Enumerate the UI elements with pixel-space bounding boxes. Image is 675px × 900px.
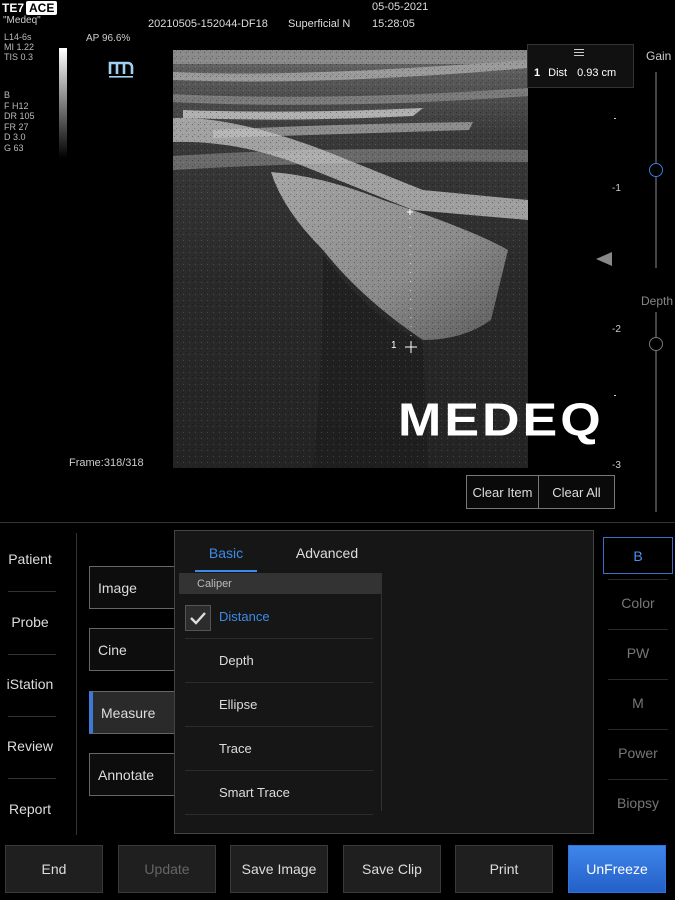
measure-item-ellipse[interactable]: Ellipse bbox=[185, 683, 373, 727]
measurement-result-row: 1 Dist 0.93 cm bbox=[534, 67, 616, 79]
depth-minor-tick bbox=[614, 395, 616, 396]
measure-item-trace[interactable]: Trace bbox=[185, 727, 373, 771]
probe-params: L14-6s MI 1.22 TIS 0.3 bbox=[4, 32, 34, 62]
nav-review[interactable]: Review bbox=[0, 716, 60, 776]
focus-marker-icon[interactable] bbox=[596, 252, 612, 266]
grayscale-bar bbox=[59, 48, 67, 158]
dynamic-range-param: DR 105 bbox=[4, 111, 35, 121]
brand-name: TE7 bbox=[2, 1, 25, 15]
end-button[interactable]: End bbox=[5, 845, 103, 893]
depth-label: Depth bbox=[641, 294, 674, 308]
measure-function-button[interactable]: Measure bbox=[89, 691, 181, 734]
measure-item-label: Trace bbox=[219, 741, 252, 756]
result-index: 1 bbox=[534, 67, 541, 79]
image-mode-param: B bbox=[4, 90, 11, 100]
mindray-logo-icon bbox=[108, 61, 134, 78]
mode-separator bbox=[608, 579, 668, 580]
result-name: Dist bbox=[548, 67, 568, 79]
depth-slider-knob[interactable] bbox=[649, 337, 663, 351]
mode-m-button[interactable]: M bbox=[608, 681, 668, 725]
depth-tick-3: -3 bbox=[612, 460, 621, 471]
depth-minor-tick bbox=[614, 118, 616, 119]
panel-divider bbox=[0, 522, 675, 523]
save-clip-button[interactable]: Save Clip bbox=[343, 845, 441, 893]
tab-basic[interactable]: Basic bbox=[195, 535, 257, 572]
frame-counter: Frame:318/318 bbox=[69, 457, 144, 469]
unfreeze-button[interactable]: UnFreeze bbox=[568, 845, 666, 893]
mode-b-button[interactable]: B bbox=[603, 537, 673, 574]
mode-power-button[interactable]: Power bbox=[608, 731, 668, 775]
mechanical-index: MI 1.22 bbox=[4, 42, 35, 52]
cine-function-button[interactable]: Cine bbox=[89, 628, 181, 671]
nav-probe[interactable]: Probe bbox=[0, 592, 60, 652]
check-icon bbox=[185, 605, 211, 631]
mode-separator bbox=[608, 779, 668, 780]
nav-istation[interactable]: iStation bbox=[0, 654, 60, 714]
nav-patient[interactable]: Patient bbox=[0, 529, 60, 589]
mode-separator bbox=[608, 729, 668, 730]
depth-tick-3-label: 3 bbox=[615, 460, 621, 471]
gain-slider-knob[interactable] bbox=[649, 163, 663, 177]
update-button[interactable]: Update bbox=[118, 845, 216, 893]
gain-param: G 63 bbox=[4, 142, 24, 153]
thermal-index: TIS 0.3 bbox=[4, 52, 34, 62]
save-image-button[interactable]: Save Image bbox=[230, 845, 328, 893]
site-name: "Medeq" bbox=[3, 15, 41, 26]
frame-rate-param: FR 27 bbox=[4, 121, 29, 132]
caliper-label: 1 bbox=[391, 340, 397, 351]
measure-item-depth[interactable]: Depth bbox=[185, 639, 373, 683]
probe-model: L14-6s bbox=[4, 32, 32, 42]
print-button[interactable]: Print bbox=[455, 845, 553, 893]
depth-tick-2-label: 2 bbox=[615, 324, 621, 335]
exam-date: 05-05-2021 bbox=[372, 1, 429, 13]
measure-item-label: Smart Trace bbox=[219, 785, 290, 800]
exam-id: 20210505-152044-DF18 bbox=[148, 18, 268, 30]
watermark-text: MEDEQ bbox=[398, 393, 604, 447]
menu-icon[interactable] bbox=[574, 49, 584, 58]
popup-divider bbox=[381, 573, 382, 811]
caliper-section-header: Caliper bbox=[179, 573, 381, 594]
brand-label: TE7 ACE bbox=[2, 1, 58, 15]
measure-item-label: Depth bbox=[219, 653, 254, 668]
depth-tick-1: -1 bbox=[612, 183, 621, 194]
gain-label: Gain bbox=[646, 49, 672, 63]
brand-badge: ACE bbox=[26, 1, 58, 15]
acoustic-power: AP 96.6% bbox=[86, 33, 131, 44]
image-function-button[interactable]: Image bbox=[89, 566, 181, 609]
measure-item-smart-trace[interactable]: Smart Trace bbox=[185, 771, 373, 815]
nav-report[interactable]: Report bbox=[0, 779, 60, 839]
nav-divider bbox=[76, 533, 77, 835]
exam-preset: Superficial N bbox=[288, 18, 351, 30]
result-value: 0.93 cm bbox=[577, 67, 617, 79]
annotate-function-button[interactable]: Annotate bbox=[89, 753, 181, 796]
measure-item-label: Ellipse bbox=[219, 697, 258, 712]
measure-item-label: Distance bbox=[219, 609, 270, 624]
exam-time: 15:28:05 bbox=[372, 18, 415, 30]
mode-pw-button[interactable]: PW bbox=[608, 631, 668, 675]
clear-all-button[interactable]: Clear All bbox=[538, 475, 615, 509]
clear-item-button[interactable]: Clear Item bbox=[466, 475, 539, 509]
measure-item-distance[interactable]: Distance bbox=[185, 595, 373, 639]
mode-separator bbox=[608, 629, 668, 630]
measurement-result-box[interactable]: 1 Dist 0.93 cm bbox=[527, 44, 634, 88]
depth-tick-1-label: 1 bbox=[615, 183, 621, 194]
mode-biopsy-button[interactable]: Biopsy bbox=[608, 781, 668, 825]
mode-separator bbox=[608, 679, 668, 680]
image-params: B F H12 DR 105 FR 27 D 3.0 G 63 bbox=[4, 90, 35, 153]
frequency-param: F H12 bbox=[4, 100, 29, 111]
depth-param: D 3.0 bbox=[4, 132, 26, 142]
measure-popup: Basic Advanced Caliper Distance Depth El… bbox=[174, 530, 594, 834]
mode-color-button[interactable]: Color bbox=[608, 581, 668, 625]
tab-advanced[interactable]: Advanced bbox=[287, 535, 367, 570]
depth-tick-2: -2 bbox=[612, 324, 621, 335]
